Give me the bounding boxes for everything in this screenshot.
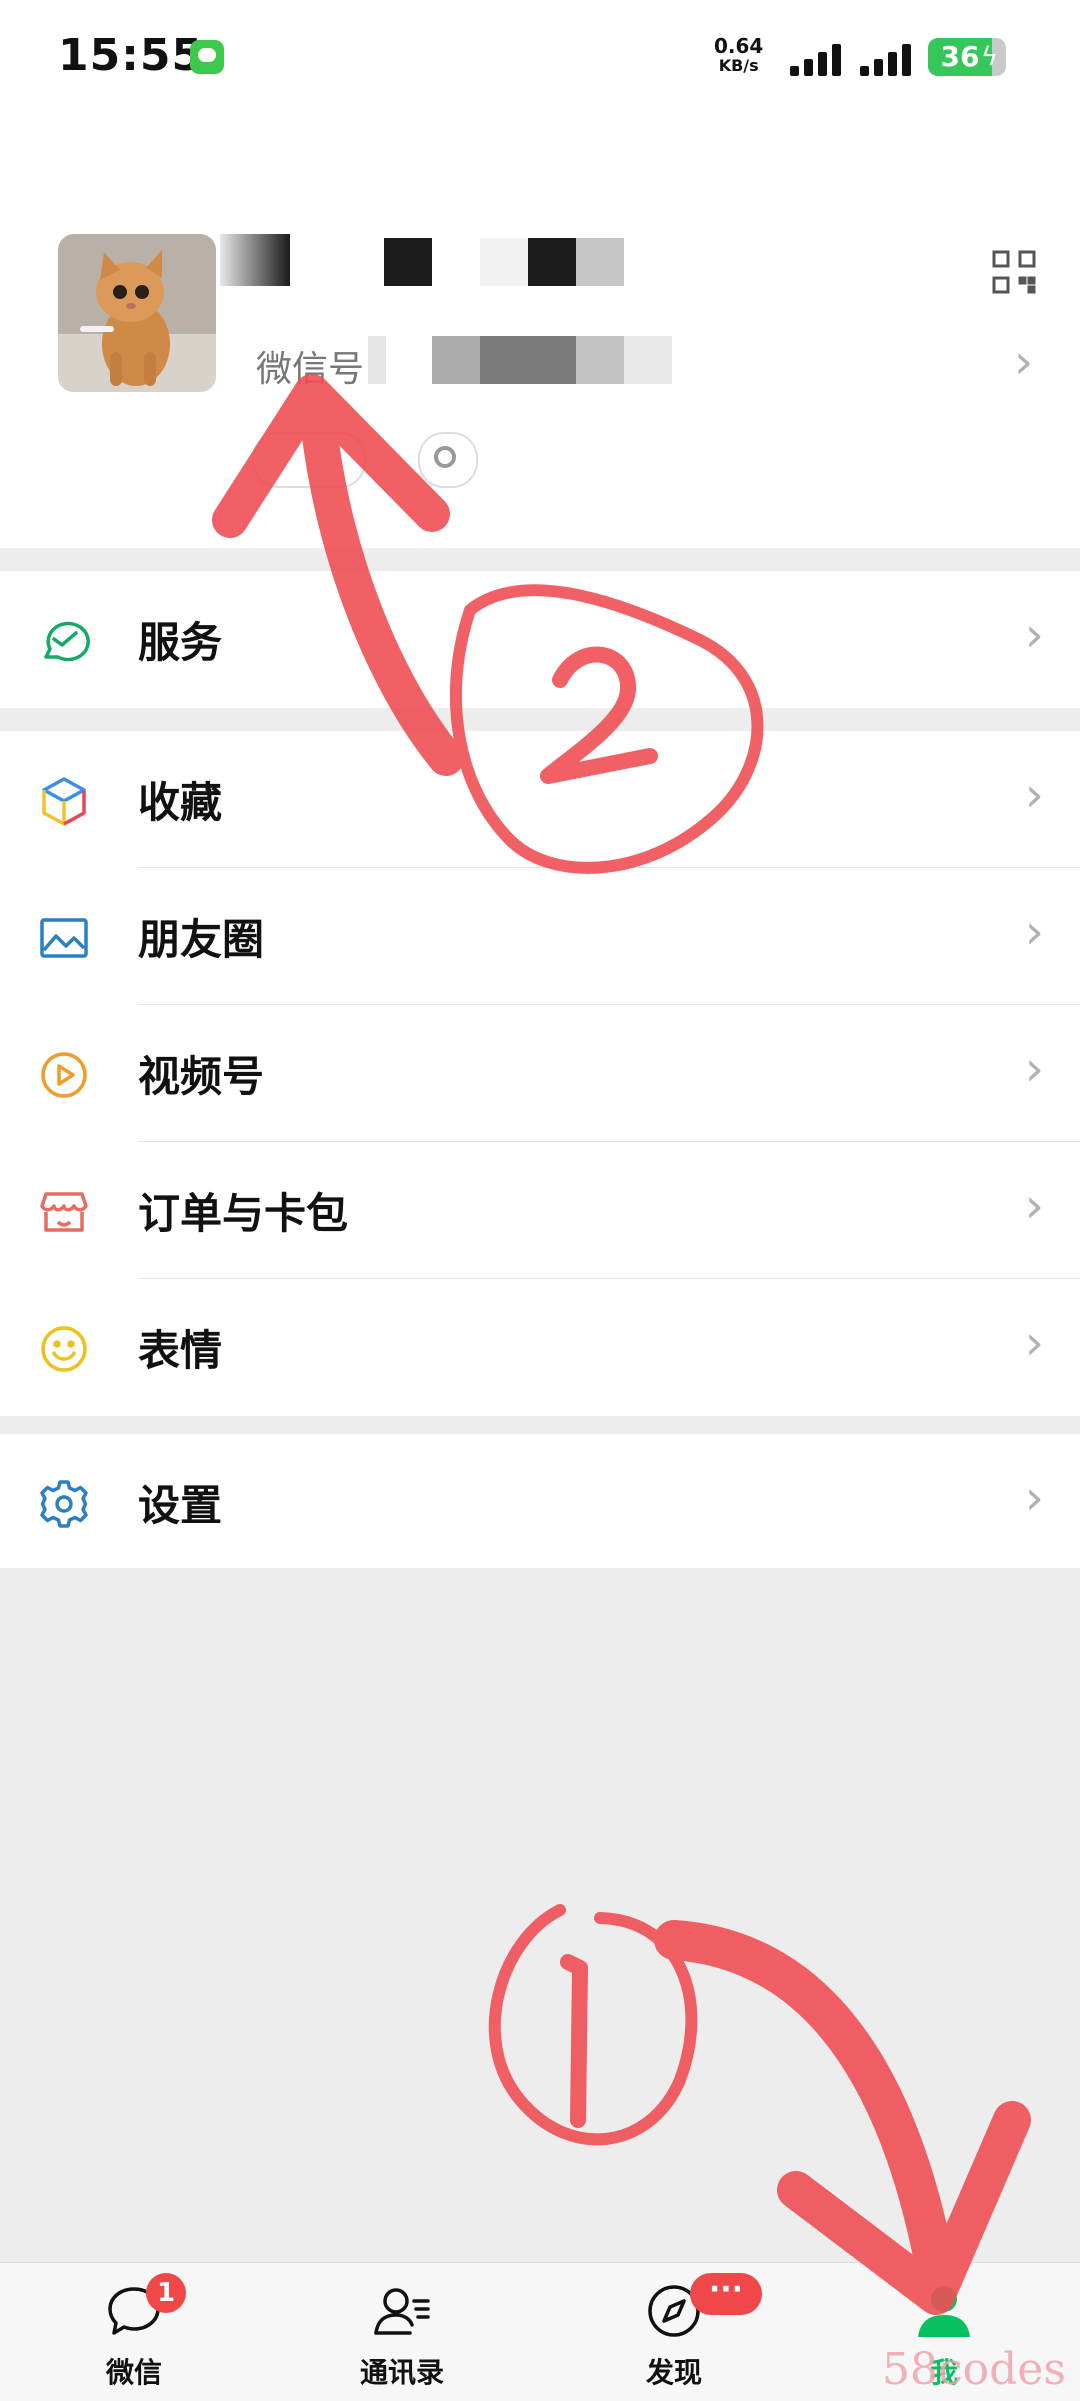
menu-label-channels: 视频号: [138, 1052, 265, 1101]
network-speed-value: 0.64: [714, 34, 764, 58]
wechat-id-redacted-3: [480, 336, 576, 384]
wechat-id-redacted-4: [576, 336, 624, 384]
qr-code-icon[interactable]: [992, 250, 1036, 294]
wechat-id-label: 微信号: [256, 349, 365, 390]
status-bar: 15:55 0.64 KB/s 36 ϟ: [0, 0, 1080, 110]
menu-group-main: 收藏 › 朋友圈 › 视频号 › 订单与卡包 › 表情 ›: [0, 731, 1080, 1416]
menu-item-channels[interactable]: 视频号 ›: [0, 1005, 1080, 1142]
chevron-right-icon: ›: [1024, 767, 1044, 823]
chevron-right-icon: ›: [1024, 1315, 1044, 1371]
chevron-right-icon: ›: [1024, 1470, 1044, 1526]
menu-item-service[interactable]: 服务 ›: [0, 571, 1080, 708]
wechat-id-redacted: [368, 336, 386, 384]
discover-badge: ···: [690, 2273, 762, 2315]
message-app-icon: [190, 40, 224, 74]
unread-badge: 1: [146, 2273, 186, 2313]
annotation-arrow-to-me-tab: [654, 1920, 956, 2290]
menu-group-service: 服务 ›: [0, 571, 1080, 708]
network-speed: 0.64 KB/s: [714, 36, 763, 76]
nickname-redacted: [220, 234, 290, 286]
chevron-right-icon: ›: [1024, 607, 1044, 663]
annotation-digit-1: [560, 1954, 588, 2128]
signal-icon-2: [860, 42, 914, 76]
settings-gear-icon: [38, 1478, 90, 1530]
menu-label-moments: 朋友圈: [138, 915, 265, 964]
menu-label-stickers: 表情: [138, 1326, 223, 1375]
signal-icon: [790, 42, 844, 76]
add-status-button[interactable]: [252, 432, 366, 488]
moments-picture-icon: [38, 912, 90, 964]
tab-chats[interactable]: 1 微信: [34, 2263, 234, 2401]
watermark: 58codes: [882, 2344, 1066, 2395]
chevron-right-icon: ›: [1024, 1041, 1044, 1097]
menu-item-settings[interactable]: 设置 ›: [0, 1434, 1080, 1568]
profile-header: 15:55 0.64 KB/s 36 ϟ 微信号 ›: [0, 0, 1080, 548]
nickname-redacted-3: [480, 238, 528, 286]
tab-label-contacts: 通讯录: [359, 2356, 444, 2389]
menu-item-stickers[interactable]: 表情 ›: [0, 1279, 1080, 1416]
stickers-smile-icon: [38, 1323, 90, 1375]
status-time: 15:55: [58, 30, 204, 81]
annotation-circle-step1: [488, 1904, 698, 2146]
charging-icon: ϟ: [980, 42, 998, 72]
menu-label-orders: 订单与卡包: [138, 1189, 349, 1238]
profile-chevron-icon[interactable]: ›: [1014, 334, 1033, 390]
wechat-id-redacted-5: [624, 336, 672, 384]
nickname-redacted-5: [576, 238, 624, 286]
me-person-icon: [914, 2281, 974, 2341]
menu-item-favorites[interactable]: 收藏 ›: [0, 731, 1080, 868]
nickname-redacted-4: [528, 238, 576, 286]
favorites-cube-icon: [38, 775, 90, 827]
network-speed-unit: KB/s: [718, 56, 759, 75]
wechat-id-redacted-2: [432, 336, 480, 384]
menu-item-orders[interactable]: 订单与卡包 ›: [0, 1142, 1080, 1279]
nickname-redacted-2: [384, 238, 432, 286]
status-circle-button[interactable]: [418, 432, 478, 488]
tab-label-discover: 发现: [645, 2356, 702, 2389]
battery-icon: 36 ϟ: [928, 38, 1006, 76]
channels-play-icon: [38, 1049, 90, 1101]
tab-contacts[interactable]: 通讯录: [302, 2263, 502, 2401]
chevron-right-icon: ›: [1024, 1178, 1044, 1234]
menu-item-moments[interactable]: 朋友圈 ›: [0, 868, 1080, 1005]
tab-label-chats: 微信: [105, 2356, 162, 2389]
avatar[interactable]: [58, 234, 216, 392]
contacts-icon: [372, 2281, 432, 2341]
menu-label-favorites: 收藏: [138, 778, 223, 827]
tab-discover[interactable]: ··· 发现: [574, 2263, 774, 2401]
menu-label-settings: 设置: [138, 1481, 223, 1530]
chevron-right-icon: ›: [1024, 904, 1044, 960]
menu-label-service: 服务: [138, 618, 223, 667]
orders-shop-icon: [38, 1186, 90, 1238]
menu-group-settings: 设置 ›: [0, 1434, 1080, 1568]
service-icon: [38, 615, 90, 667]
